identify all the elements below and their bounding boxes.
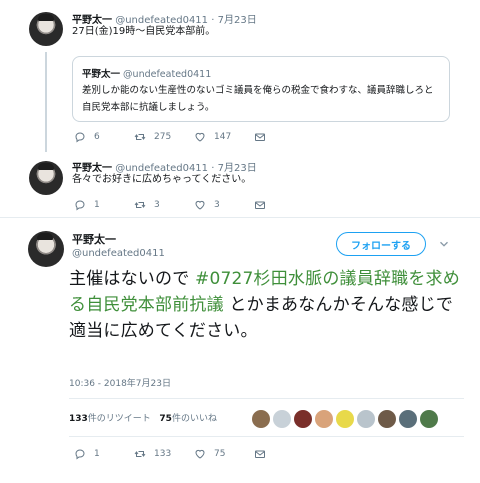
liker-avatar[interactable] xyxy=(252,410,270,428)
reply-icon xyxy=(75,200,85,211)
avatar[interactable] xyxy=(28,231,64,267)
direct-message-button[interactable] xyxy=(254,448,274,460)
divider xyxy=(69,398,464,399)
liker-avatar[interactable] xyxy=(420,410,438,428)
liker-avatar[interactable] xyxy=(399,410,417,428)
heart-icon xyxy=(195,449,205,459)
retweet-button[interactable]: 133 xyxy=(134,448,171,460)
main-text-before: 主催はないので xyxy=(69,269,190,289)
quote-text: 差別しか能のない生産性のないゴミ議員を俺らの税金で食わすな、議員辞職しろと自民党… xyxy=(82,85,434,113)
avatar[interactable] xyxy=(29,161,63,195)
reply-button[interactable]: 1 xyxy=(74,199,100,211)
mail-icon xyxy=(255,133,265,141)
liker-avatar[interactable] xyxy=(315,410,333,428)
divider xyxy=(69,436,464,437)
reply-button[interactable]: 1 xyxy=(74,448,100,460)
retweet-icon xyxy=(134,451,146,457)
like-button[interactable]: 3 xyxy=(194,199,220,211)
liker-avatar[interactable] xyxy=(378,410,396,428)
retweet-stat[interactable]: 133件のリツイート xyxy=(69,414,151,424)
direct-message-button[interactable] xyxy=(254,199,274,211)
like-stat-count: 75 xyxy=(159,414,172,424)
like-stat[interactable]: 75件のいいね xyxy=(159,414,217,424)
reply-count: 1 xyxy=(94,200,100,210)
main-tweet-text: 主催はないので #0727杉田水脈の議員辞職を求める自民党本部前抗議 とかまあな… xyxy=(69,266,464,344)
liker-avatar[interactable] xyxy=(357,410,375,428)
display-name[interactable]: 平野太一 xyxy=(72,233,116,246)
reply-count: 6 xyxy=(94,132,100,142)
reply-icon xyxy=(75,132,85,143)
like-count: 75 xyxy=(214,449,226,459)
retweet-icon xyxy=(134,202,146,208)
heart-icon xyxy=(195,132,205,142)
tweet-timestamp[interactable]: 10:36 - 2018年7月23日 xyxy=(69,376,171,389)
reply-count: 1 xyxy=(94,449,100,459)
retweet-count: 275 xyxy=(154,132,172,142)
liker-avatar[interactable] xyxy=(273,410,291,428)
reply-button[interactable]: 6 xyxy=(74,131,100,143)
tweet-text: 27日(金)19時～自民党本部前。 xyxy=(72,26,216,37)
main-author: 平野太一 xyxy=(72,231,116,247)
retweet-stat-label: 件のリツイート xyxy=(87,414,151,424)
heart-icon xyxy=(195,200,205,210)
like-count: 3 xyxy=(214,200,220,210)
user-handle[interactable]: @undefeated0411 xyxy=(72,248,165,259)
divider xyxy=(0,217,480,218)
liker-avatar[interactable] xyxy=(294,410,312,428)
reply-icon xyxy=(75,449,85,460)
follow-button[interactable]: フォローする xyxy=(336,232,426,256)
avatar[interactable] xyxy=(29,12,63,46)
like-button[interactable]: 75 xyxy=(194,448,225,460)
retweet-button[interactable]: 275 xyxy=(134,131,171,143)
mail-icon xyxy=(255,450,265,458)
quote-display-name: 平野太一 xyxy=(82,69,121,80)
mail-icon xyxy=(255,201,265,209)
tweet-date[interactable]: 7月23日 xyxy=(218,15,257,26)
retweet-icon xyxy=(134,134,146,140)
thread-line xyxy=(45,52,47,152)
quote-user-handle: @undefeated0411 xyxy=(123,69,212,80)
retweet-stat-count: 133 xyxy=(69,414,88,424)
like-count: 147 xyxy=(214,132,232,142)
chevron-down-icon[interactable] xyxy=(437,237,451,251)
like-stat-label: 件のいいね xyxy=(171,414,217,424)
direct-message-button[interactable] xyxy=(254,131,274,143)
main-handle-wrap: @undefeated0411 xyxy=(72,248,165,259)
quoted-tweet[interactable]: 平野太一 @undefeated0411 差別しか能のない生産性のないゴミ議員を… xyxy=(72,56,450,122)
retweet-button[interactable]: 3 xyxy=(134,199,160,211)
tweet-1[interactable]: 平野太一 @undefeated0411 · 7月23日 27日(金)19時～自… xyxy=(0,0,480,152)
quote-header: 平野太一 @undefeated0411 xyxy=(82,66,211,80)
like-button[interactable]: 147 xyxy=(194,131,231,143)
retweet-count: 133 xyxy=(154,449,172,459)
liker-avatars xyxy=(252,410,441,428)
tweet-text: 各々でお好きに広めちゃってください。 xyxy=(72,174,252,185)
retweet-count: 3 xyxy=(154,200,160,210)
engagement-stats: 133件のリツイート 75件のいいね xyxy=(69,411,217,424)
liker-avatar[interactable] xyxy=(336,410,354,428)
tweet-2[interactable]: 平野太一 @undefeated0411 · 7月23日 各々でお好きに広めちゃ… xyxy=(0,152,480,216)
